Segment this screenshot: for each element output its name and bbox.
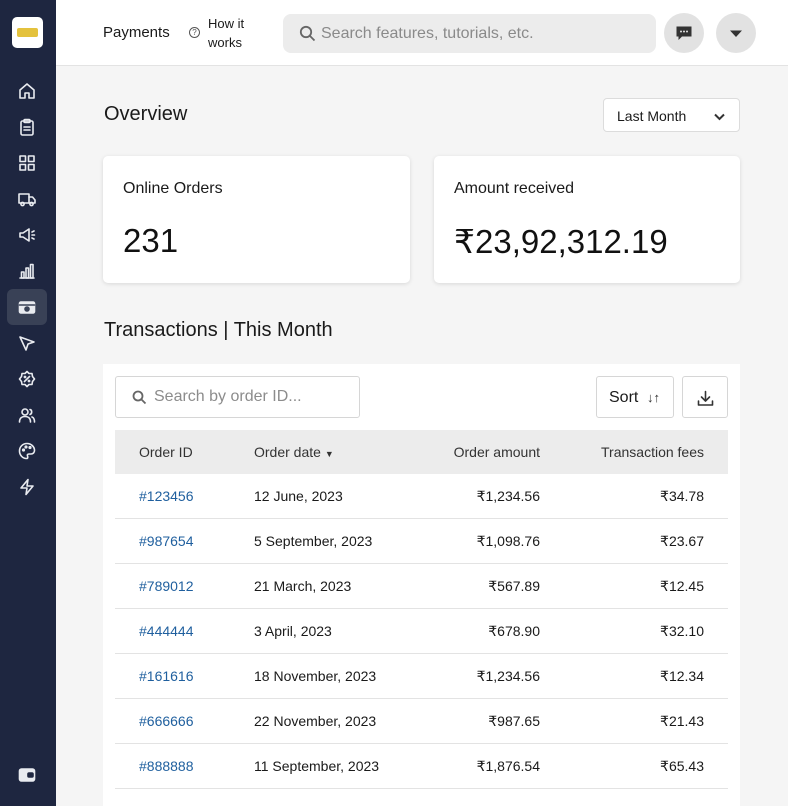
order-date: 12 June, 2023 — [254, 488, 343, 504]
order-search[interactable] — [115, 376, 360, 418]
transactions-panel: Sort ↓↑ Order ID Order date ▼ Order amou… — [103, 364, 740, 806]
home-icon[interactable] — [7, 73, 47, 109]
table-row[interactable]: #987654 5 September, 2023 ₹1,098.76 ₹23.… — [115, 519, 728, 564]
delivery-icon[interactable] — [7, 181, 47, 217]
order-id-link[interactable]: #161616 — [139, 668, 194, 684]
sidebar — [0, 0, 56, 806]
column-header-order-amount[interactable]: Order amount — [415, 444, 540, 460]
column-header-transaction-fees[interactable]: Transaction fees — [565, 444, 704, 460]
discounts-icon[interactable] — [7, 361, 47, 397]
order-date: 18 November, 2023 — [254, 668, 377, 684]
sort-arrows-icon: ↓↑ — [647, 390, 660, 405]
table-row[interactable]: #888888 11 September, 2023 ₹1,876.54 ₹65… — [115, 744, 728, 789]
order-date: 3 April, 2023 — [254, 623, 332, 639]
table-row[interactable]: #161616 18 November, 2023 ₹1,234.56 ₹12.… — [115, 654, 728, 699]
sort-button[interactable]: Sort ↓↑ — [596, 376, 674, 418]
card-value: 231 — [123, 222, 179, 259]
table-row[interactable]: #666666 22 November, 2023 ₹987.65 ₹21.43 — [115, 699, 728, 744]
feature-search[interactable] — [283, 14, 656, 53]
account-menu-button[interactable] — [716, 13, 756, 53]
chevron-down-icon — [730, 30, 742, 37]
marketing-icon[interactable] — [7, 217, 47, 253]
order-date: 22 November, 2023 — [254, 713, 377, 729]
order-id-link[interactable]: #666666 — [139, 713, 194, 729]
catalog-icon[interactable] — [7, 145, 47, 181]
online-orders-card: Online Orders 231 — [103, 156, 410, 283]
order-amount: ₹987.65 — [488, 713, 540, 729]
top-header: Payments ? How it works — [56, 0, 788, 66]
transaction-fee: ₹34.78 — [660, 488, 704, 504]
plugins-icon[interactable] — [7, 469, 47, 505]
order-id-link[interactable]: #789012 — [139, 578, 194, 594]
messages-button[interactable] — [664, 13, 704, 53]
transaction-fee: ₹65.43 — [660, 758, 704, 774]
table-row[interactable]: #123456 12 June, 2023 ₹1,234.56 ₹34.78 — [115, 474, 728, 519]
order-amount: ₹567.89 — [488, 578, 540, 594]
table-row[interactable]: #789012 21 March, 2023 ₹567.89 ₹12.45 — [115, 564, 728, 609]
sort-label: Sort — [609, 389, 639, 406]
how-it-works-link[interactable]: How it works — [208, 14, 258, 52]
page-title: Payments — [103, 24, 170, 41]
transaction-fee: ₹12.34 — [660, 668, 704, 684]
order-amount: ₹678.90 — [488, 623, 540, 639]
orders-icon[interactable] — [7, 109, 47, 145]
period-select-value: Last Month — [617, 108, 687, 124]
feature-search-input[interactable] — [321, 14, 641, 53]
search-icon — [132, 390, 147, 405]
table-row[interactable]: #444444 3 April, 2023 ₹678.90 ₹32.10 — [115, 609, 728, 654]
order-amount: ₹1,234.56 — [476, 488, 540, 504]
column-header-order-id[interactable]: Order ID — [139, 444, 193, 460]
order-date: 11 September, 2023 — [254, 758, 380, 774]
transaction-fee: ₹12.45 — [660, 578, 704, 594]
order-amount: ₹1,876.54 — [476, 758, 540, 774]
overview-title: Overview — [104, 103, 188, 125]
download-icon — [697, 390, 714, 406]
discover-icon[interactable] — [7, 325, 47, 361]
analytics-icon[interactable] — [7, 253, 47, 289]
order-search-input[interactable] — [154, 377, 354, 417]
transaction-fee: ₹23.67 — [660, 533, 704, 549]
download-button[interactable] — [682, 376, 728, 418]
search-icon — [299, 25, 316, 42]
order-date: 21 March, 2023 — [254, 578, 352, 594]
customers-icon[interactable] — [7, 397, 47, 433]
card-label: Amount received — [454, 180, 575, 197]
chat-icon — [676, 26, 692, 40]
logo-mark — [17, 28, 38, 37]
order-date: 5 September, 2023 — [254, 533, 373, 549]
sort-desc-icon: ▼ — [324, 449, 334, 459]
order-amount: ₹1,234.56 — [476, 668, 540, 684]
column-header-order-date[interactable]: Order date ▼ — [254, 444, 334, 460]
column-header-label: Order date — [254, 444, 321, 460]
order-id-link[interactable]: #444444 — [139, 623, 194, 639]
order-id-link[interactable]: #987654 — [139, 533, 194, 549]
store-logo[interactable] — [12, 17, 43, 48]
appearance-icon[interactable] — [7, 433, 47, 469]
chevron-down-icon — [714, 113, 725, 121]
card-value: ₹23,92,312.19 — [454, 223, 668, 260]
transaction-fee: ₹32.10 — [660, 623, 704, 639]
order-id-link[interactable]: #123456 — [139, 488, 194, 504]
card-label: Online Orders — [123, 180, 223, 197]
period-select[interactable]: Last Month — [603, 98, 740, 132]
transaction-fee: ₹21.43 — [660, 713, 704, 729]
amount-received-card: Amount received ₹23,92,312.19 — [434, 156, 740, 283]
wallet-icon[interactable] — [7, 757, 47, 793]
transactions-title: Transactions | This Month — [104, 319, 333, 341]
order-id-link[interactable]: #888888 — [139, 758, 194, 774]
order-amount: ₹1,098.76 — [476, 533, 540, 549]
help-icon[interactable]: ? — [189, 27, 200, 38]
table-header: Order ID Order date ▼ Order amount Trans… — [115, 430, 728, 474]
payments-icon[interactable] — [7, 289, 47, 325]
